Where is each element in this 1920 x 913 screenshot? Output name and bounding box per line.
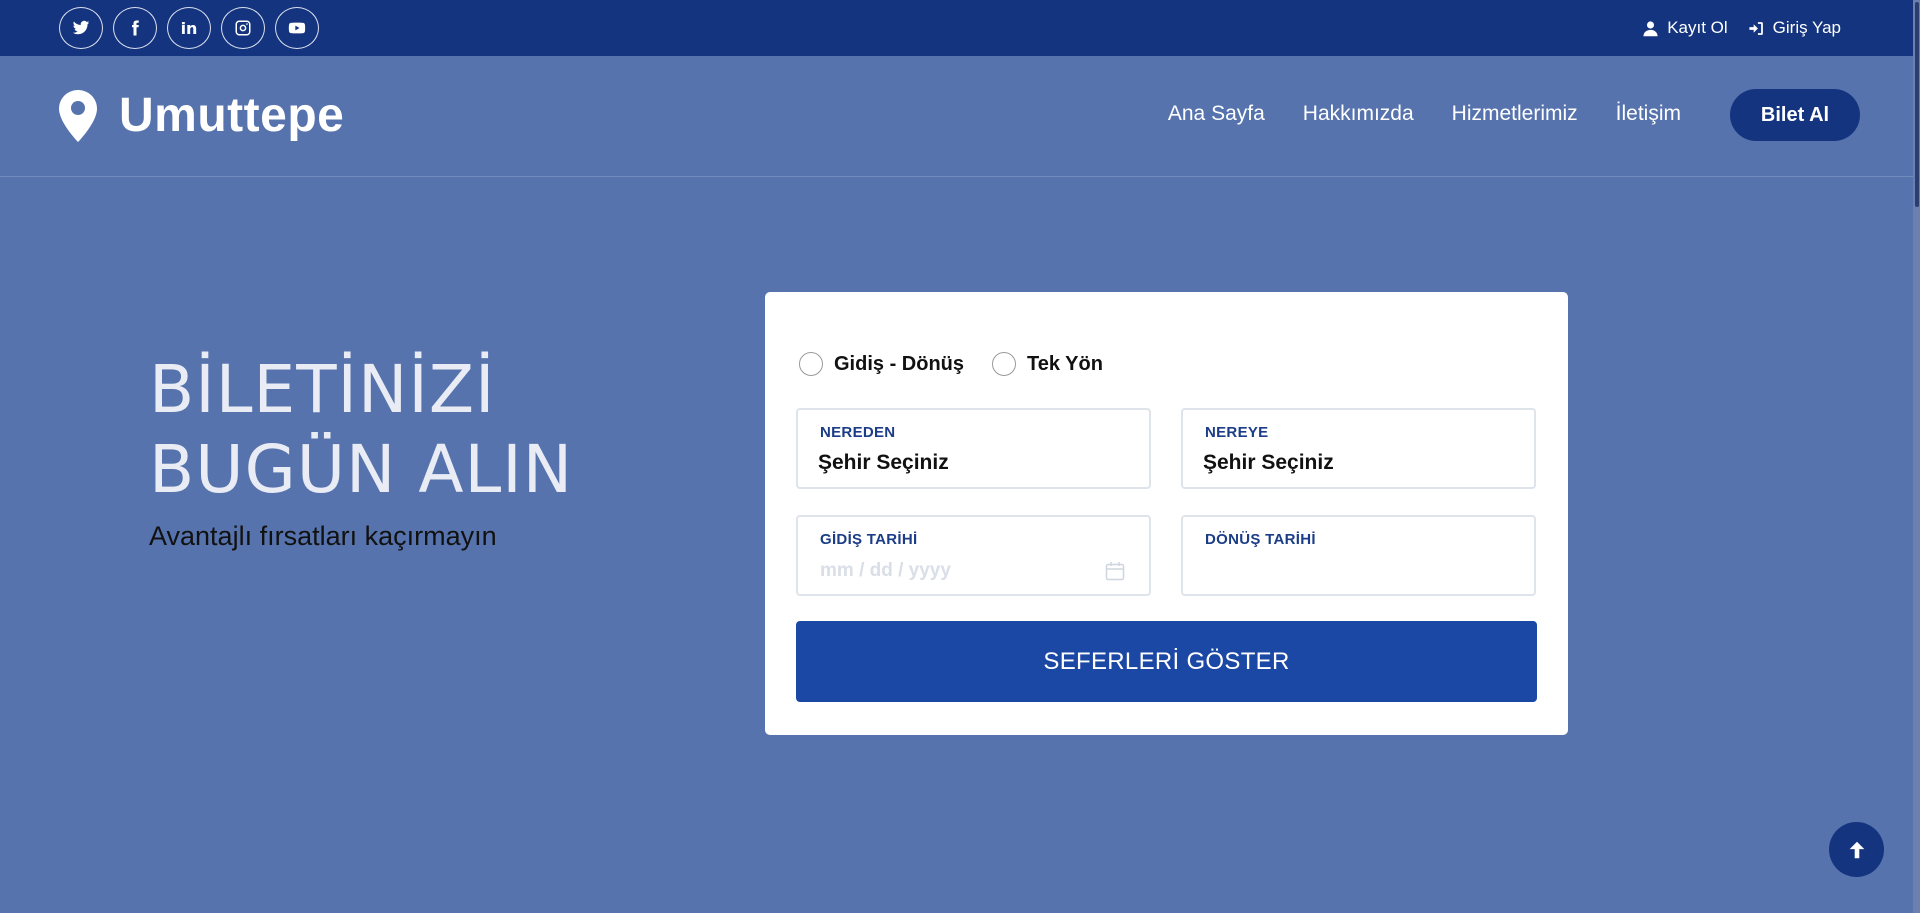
to-label: NEREYE — [1205, 424, 1269, 441]
from-value: Şehir Seçiniz — [818, 451, 949, 474]
one-way-label: Tek Yön — [1027, 352, 1103, 375]
map-marker-icon — [59, 89, 97, 142]
sign-in-icon — [1749, 21, 1763, 35]
one-way-radio[interactable] — [992, 352, 1016, 376]
twitter-icon — [72, 20, 90, 35]
auth-links: Kayıt Ol Giriş Yap — [1642, 0, 1841, 56]
nav-link-contact[interactable]: İletişim — [1616, 102, 1681, 126]
round-trip-label: Gidiş - Dönüş — [834, 352, 964, 375]
twitter-link[interactable] — [59, 7, 103, 49]
from-city-select[interactable]: NEREDEN Şehir Seçiniz — [796, 408, 1151, 489]
facebook-icon — [132, 20, 139, 36]
brand-logo[interactable]: Umuttepe — [59, 88, 344, 143]
instagram-icon — [235, 20, 251, 36]
page-scrollbar[interactable] — [1913, 0, 1920, 913]
youtube-icon — [288, 22, 306, 34]
social-links: in — [59, 7, 319, 49]
return-label: DÖNÜŞ TARİHİ — [1205, 531, 1316, 548]
login-label: Giriş Yap — [1772, 18, 1841, 37]
hero-title-line-1: BİLETİNİZİ — [149, 351, 496, 428]
nav-link-about[interactable]: Hakkımızda — [1303, 102, 1414, 126]
return-date-input[interactable]: DÖNÜŞ TARİHİ — [1181, 515, 1536, 596]
nav-link-home[interactable]: Ana Sayfa — [1168, 102, 1265, 126]
arrow-up-icon — [1849, 841, 1864, 858]
to-value: Şehir Seçiniz — [1203, 451, 1334, 474]
hero-subtitle: Avantajlı fırsatları kaçırmayın — [149, 521, 497, 551]
register-link[interactable]: Kayıt Ol — [1642, 18, 1728, 38]
linkedin-icon: in — [180, 18, 198, 38]
trip-type-group: Gidiş - Dönüş Tek Yön — [799, 352, 1103, 376]
top-bar: in Kayıt Ol Giriş Yap — [0, 0, 1920, 56]
scroll-to-top-button[interactable] — [1829, 822, 1884, 877]
one-way-option[interactable]: Tek Yön — [992, 352, 1103, 376]
depart-date-input[interactable]: GİDİŞ TARİHİ mm / dd / yyyy — [796, 515, 1151, 596]
youtube-link[interactable] — [275, 7, 319, 49]
login-link[interactable]: Giriş Yap — [1748, 18, 1841, 38]
hero-title: BİLETİNİZİ BUGÜN ALIN — [149, 350, 573, 510]
depart-placeholder: mm / dd / yyyy — [820, 560, 951, 581]
nav-menu: Ana Sayfa Hakkımızda Hizmetlerimiz İleti… — [1168, 102, 1681, 126]
booking-form: Gidiş - Dönüş Tek Yön NEREDEN Şehir Seçi… — [765, 292, 1568, 735]
round-trip-option[interactable]: Gidiş - Dönüş — [799, 352, 964, 376]
calendar-icon[interactable] — [1105, 561, 1125, 581]
register-label: Kayıt Ol — [1667, 18, 1728, 37]
user-icon — [1643, 20, 1658, 36]
round-trip-radio[interactable] — [799, 352, 823, 376]
from-label: NEREDEN — [820, 424, 896, 441]
scrollbar-thumb[interactable] — [1915, 2, 1919, 207]
brand-name: Umuttepe — [119, 89, 345, 142]
hero-title-line-2: BUGÜN ALIN — [149, 431, 574, 508]
main-navbar: Umuttepe Ana Sayfa Hakkımızda Hizmetleri… — [0, 56, 1920, 177]
depart-label: GİDİŞ TARİHİ — [820, 531, 918, 548]
linkedin-link[interactable]: in — [167, 7, 211, 49]
to-city-select[interactable]: NEREYE Şehir Seçiniz — [1181, 408, 1536, 489]
show-trips-button[interactable]: SEFERLERİ GÖSTER — [796, 621, 1537, 702]
nav-link-services[interactable]: Hizmetlerimiz — [1452, 102, 1578, 126]
buy-ticket-button[interactable]: Bilet Al — [1730, 89, 1860, 141]
facebook-link[interactable] — [113, 7, 157, 49]
instagram-link[interactable] — [221, 7, 265, 49]
